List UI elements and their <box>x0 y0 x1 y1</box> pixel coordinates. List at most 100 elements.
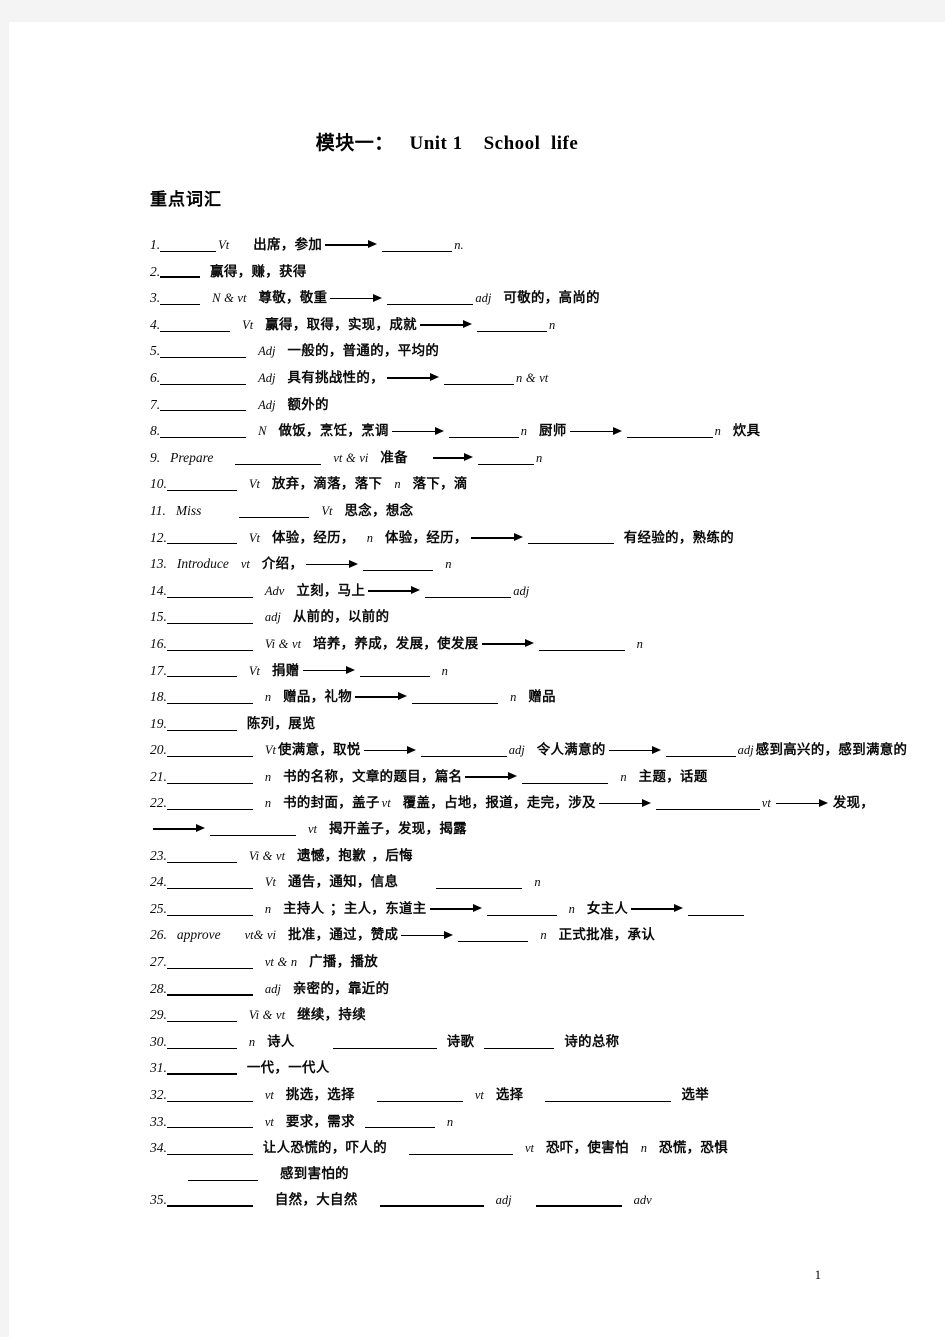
answer-blank[interactable] <box>527 531 614 545</box>
answer-blank[interactable] <box>166 1193 253 1208</box>
answer-blank[interactable] <box>484 1035 555 1049</box>
answer-blank[interactable] <box>239 504 310 518</box>
answer-blank[interactable] <box>359 664 430 678</box>
answer-blank[interactable] <box>160 318 231 332</box>
answer-blank[interactable] <box>665 744 736 758</box>
part-of-speech: n <box>446 1114 454 1129</box>
answer-blank[interactable] <box>160 264 201 279</box>
answer-blank[interactable] <box>160 238 217 252</box>
answer-blank[interactable] <box>166 902 253 916</box>
answer-blank[interactable] <box>160 292 201 306</box>
answer-blank[interactable] <box>166 1115 253 1129</box>
list-item: 1. Vt 出席，参加 n. <box>150 232 915 259</box>
answer-blank[interactable] <box>160 425 247 439</box>
answer-blank[interactable] <box>210 822 296 836</box>
answer-blank[interactable] <box>364 1115 435 1129</box>
answer-blank[interactable] <box>166 690 253 704</box>
answer-blank[interactable] <box>382 238 453 252</box>
answer-blank[interactable] <box>545 1088 672 1102</box>
definition: 从前的，以前的 <box>292 610 390 626</box>
answer-blank[interactable] <box>166 797 253 811</box>
list-item: 20. Vt 使满意，取悦 adj 令人满意的 adj 感到高兴的，感到满意的 <box>150 737 915 764</box>
answer-blank[interactable] <box>436 876 523 890</box>
arrow-icon <box>363 744 418 755</box>
definition: 赠品 <box>528 690 556 706</box>
definition: 具有挑战性的， <box>287 370 385 386</box>
answer-blank[interactable] <box>166 1088 253 1102</box>
part-of-speech: Vi & vt <box>264 636 302 651</box>
answer-blank[interactable] <box>166 717 237 731</box>
answer-blank[interactable] <box>688 902 745 916</box>
definition: 自然，大自然 <box>274 1193 358 1209</box>
list-item: 35. 自然，大自然 adj adv <box>150 1187 915 1214</box>
answer-blank[interactable] <box>166 584 253 598</box>
item-number: 8. <box>150 423 161 439</box>
list-item: 8. N 做饭，烹饪，烹调 n 厨师 n 炊具 <box>150 418 915 445</box>
answer-blank[interactable] <box>166 611 253 625</box>
answer-blank[interactable] <box>166 955 253 969</box>
part-of-speech: n <box>548 317 556 332</box>
definition: 一般的，普通的，平均的 <box>287 344 440 360</box>
answer-blank[interactable] <box>458 929 529 943</box>
part-of-speech: vt <box>525 1141 535 1156</box>
list-item: 2. 赢得，赚，获得 <box>150 259 915 286</box>
answer-blank[interactable] <box>166 531 237 545</box>
item-number: 26. <box>150 927 167 943</box>
definition: 挑选，选择 <box>285 1088 355 1103</box>
answer-blank[interactable] <box>420 744 507 758</box>
answer-blank[interactable] <box>425 584 512 598</box>
answer-blank[interactable] <box>626 425 713 439</box>
answer-blank[interactable] <box>655 797 760 811</box>
list-item: 5. Adj 一般的，普通的，平均的 <box>150 338 915 365</box>
arrow-icon <box>368 585 422 596</box>
answer-blank[interactable] <box>522 770 609 784</box>
definition: 正式批准，承认 <box>558 928 656 944</box>
list-item: 29. Vi & vt 继续，持续 <box>150 1002 915 1029</box>
answer-blank[interactable] <box>379 1193 484 1208</box>
definition: 选举 <box>681 1088 710 1103</box>
answer-blank[interactable] <box>166 637 253 651</box>
answer-blank[interactable] <box>376 1088 463 1102</box>
item-number: 21. <box>150 768 167 784</box>
scan-edge-left <box>0 0 9 1337</box>
answer-blank[interactable] <box>160 371 247 385</box>
item-number: 13. <box>150 556 167 572</box>
list-item: 32. vt 挑选，选择 vt 选择 选举 <box>150 1082 915 1109</box>
answer-blank[interactable] <box>535 1193 622 1208</box>
answer-blank[interactable] <box>160 398 247 412</box>
answer-blank[interactable] <box>166 981 253 996</box>
answer-blank[interactable] <box>486 902 557 916</box>
answer-blank[interactable] <box>409 1142 513 1156</box>
answer-blank[interactable] <box>166 876 253 890</box>
answer-blank[interactable] <box>332 1035 437 1049</box>
answer-blank[interactable] <box>166 1035 237 1049</box>
item-number: 30. <box>150 1033 167 1049</box>
answer-blank[interactable] <box>188 1167 258 1181</box>
answer-blank[interactable] <box>166 1142 253 1156</box>
answer-blank[interactable] <box>477 451 534 465</box>
answer-blank[interactable] <box>363 557 434 572</box>
answer-blank[interactable] <box>412 690 499 704</box>
definition: 赢得，赚，获得 <box>210 264 307 280</box>
answer-blank[interactable] <box>448 425 519 439</box>
item-number: 17. <box>150 662 167 678</box>
answer-blank[interactable] <box>160 345 247 359</box>
definition: 发现， <box>832 796 875 812</box>
answer-blank[interactable] <box>387 292 474 306</box>
answer-blank[interactable] <box>166 770 253 784</box>
arrow-icon <box>470 532 525 543</box>
definition: 继续，持续 <box>297 1008 367 1024</box>
answer-blank[interactable] <box>538 637 625 651</box>
answer-blank[interactable] <box>166 664 237 678</box>
answer-blank[interactable] <box>235 451 322 465</box>
answer-blank[interactable] <box>444 371 515 385</box>
definition: 女主人 <box>586 901 629 917</box>
answer-blank[interactable] <box>166 744 253 758</box>
answer-blank[interactable] <box>476 318 547 332</box>
part-of-speech: n <box>568 901 575 916</box>
answer-blank[interactable] <box>166 1009 237 1023</box>
answer-blank[interactable] <box>166 478 237 492</box>
definition: 体验，经历， <box>384 530 468 546</box>
answer-blank[interactable] <box>166 849 237 863</box>
answer-blank[interactable] <box>166 1061 237 1076</box>
